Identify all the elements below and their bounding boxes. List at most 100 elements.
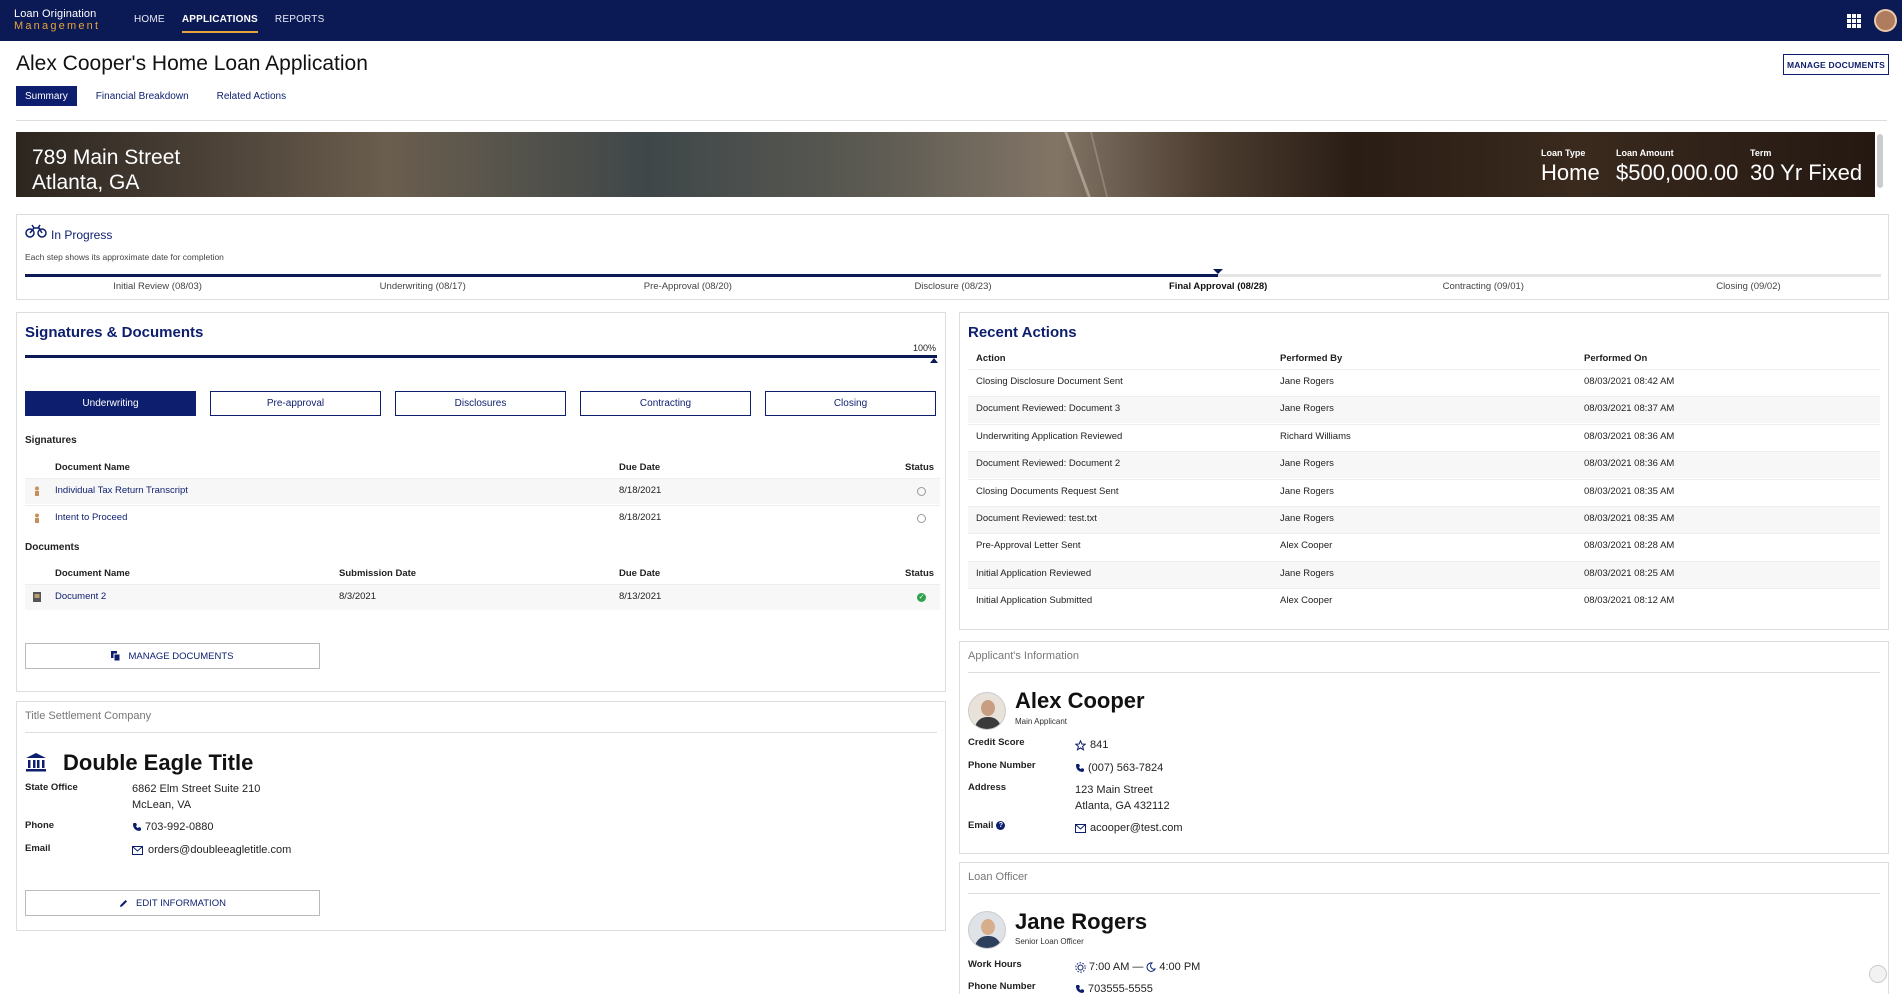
- loan-type-stat: Loan Type Home: [1541, 148, 1600, 186]
- signatures-table-header: Document Name Due Date Status: [25, 456, 940, 478]
- document-icon: [33, 592, 41, 602]
- email-value: orders@doubleeagletitle.com: [132, 842, 291, 858]
- logo-line-1: Loan Origination: [14, 8, 97, 20]
- cell-by: Jane Rogers: [1280, 458, 1334, 470]
- due-date: 8/18/2021: [619, 512, 662, 523]
- col-performed-on: Performed On: [1584, 353, 1648, 364]
- table-row[interactable]: Closing Disclosure Document Sent Jane Rog…: [968, 369, 1880, 396]
- top-navigation-bar: Loan Origination Management HOME APPLICA…: [0, 0, 1902, 41]
- recent-actions-header: Action Performed By Performed On: [968, 347, 1880, 369]
- motorcycle-icon: [25, 224, 47, 238]
- grid-icon[interactable]: [1847, 14, 1861, 28]
- scroll-to-top-icon[interactable]: [1869, 965, 1887, 983]
- app-logo[interactable]: Loan Origination Management: [14, 8, 100, 32]
- title-company-name: Double Eagle Title: [63, 750, 254, 775]
- stage-disclosures[interactable]: Disclosures: [395, 391, 566, 416]
- col-due-date: Due Date: [619, 568, 661, 579]
- progress-fill: [25, 274, 1219, 277]
- address-line-2: Atlanta, GA 432112: [1075, 800, 1170, 812]
- table-row[interactable]: Initial Application Reviewed Jane Rogers 0…: [968, 560, 1880, 588]
- state-office-value: 6862 Elm Street Suite 210 McLean, VA: [132, 781, 260, 813]
- sun-icon: [1075, 961, 1086, 973]
- help-icon[interactable]: ?: [996, 821, 1006, 830]
- cell-on: 08/03/2021 08:36 AM: [1584, 458, 1675, 470]
- phone-icon: [133, 823, 141, 831]
- edit-information-label: EDIT INFORMATION: [136, 897, 226, 909]
- table-row[interactable]: Pre-Approval Letter Sent Alex Cooper 08/03…: [968, 533, 1880, 560]
- loan-officer-avatar: [968, 911, 1006, 949]
- manage-documents-button[interactable]: MANAGE DOCUMENTS: [1783, 54, 1889, 75]
- tab-summary[interactable]: Summary: [16, 86, 77, 106]
- signature-person-icon: [35, 513, 39, 523]
- documents-table-header: Document Name Submission Date Due Date S…: [25, 562, 940, 584]
- applicant-card: Applicant's Information Alex Cooper Main…: [959, 641, 1889, 854]
- banner-scrollbar[interactable]: [1877, 134, 1883, 188]
- table-row[interactable]: Document Reviewed: test.txt Jane Rogers 08…: [968, 506, 1880, 533]
- cell-on: 08/03/2021 08:35 AM: [1584, 485, 1675, 497]
- credit-score-label: Credit Score: [968, 737, 1025, 748]
- loan-officer-card: Loan Officer Jane Rogers Senior Loan Off…: [959, 862, 1889, 994]
- document-link[interactable]: Document 2: [55, 591, 106, 602]
- cell-on: 08/03/2021 08:37 AM: [1584, 403, 1675, 415]
- table-row[interactable]: Document Reviewed: Document 2 Jane Rogers…: [968, 451, 1880, 479]
- stage-tabs: Underwriting Pre-approval Disclosures Co…: [25, 391, 936, 416]
- user-avatar[interactable]: [1874, 9, 1897, 32]
- divider: [968, 893, 1880, 894]
- nav-applications[interactable]: APPLICATIONS: [181, 14, 258, 33]
- phone-icon: [1076, 985, 1084, 993]
- progress-status: In Progress: [51, 228, 113, 242]
- step-disclosure: Disclosure (08/23): [914, 281, 992, 292]
- address-label: Address: [968, 782, 1007, 793]
- signatures-heading: Signatures: [25, 435, 77, 446]
- loan-amount-stat: Loan Amount $500,000.00: [1616, 148, 1738, 186]
- table-row[interactable]: Closing Documents Request Sent Jane Roger…: [968, 478, 1880, 506]
- loan-officer-role: Senior Loan Officer: [1015, 937, 1084, 946]
- phone-value: 703555-5555: [1075, 981, 1153, 994]
- table-row[interactable]: Initial Application Submitted Alex Cooper…: [968, 588, 1880, 615]
- cell-by: Alex Cooper: [1280, 595, 1333, 607]
- stage-pre-approval[interactable]: Pre-approval: [210, 391, 381, 416]
- manage-documents-button[interactable]: MANAGE DOCUMENTS: [25, 643, 320, 669]
- phone-label: Phone: [25, 820, 55, 831]
- email-label: Email: [25, 843, 51, 854]
- documents-icon: [111, 651, 121, 661]
- phone-value: (007) 563-7824: [1075, 760, 1163, 776]
- phone-label: Phone Number: [968, 760, 1036, 771]
- term-stat: Term 30 Yr Fixed: [1750, 148, 1862, 186]
- table-row[interactable]: Intent to Proceed 8/18/2021: [25, 505, 940, 531]
- main-nav: HOME APPLICATIONS REPORTS: [134, 14, 324, 33]
- edit-information-button[interactable]: EDIT INFORMATION: [25, 890, 320, 916]
- email-label-group: Email ?: [968, 820, 1006, 831]
- nav-home[interactable]: HOME: [134, 14, 165, 33]
- table-row[interactable]: Document 2 8/3/2021 8/13/2021 ✓: [25, 584, 940, 610]
- cell-action: Initial Application Reviewed: [976, 567, 1092, 579]
- document-link[interactable]: Individual Tax Return Transcript: [55, 485, 188, 496]
- cell-action: Pre-Approval Letter Sent: [976, 540, 1081, 552]
- stage-underwriting[interactable]: Underwriting: [25, 391, 196, 416]
- envelope-icon: [1075, 823, 1086, 833]
- table-row[interactable]: Document Reviewed: Document 3 Jane Rogers…: [968, 396, 1880, 424]
- table-row[interactable]: Underwriting Application Reviewed Richard…: [968, 423, 1880, 451]
- cell-on: 08/03/2021 08:25 AM: [1584, 567, 1675, 579]
- stage-closing[interactable]: Closing: [765, 391, 936, 416]
- nav-reports[interactable]: REPORTS: [275, 14, 325, 33]
- property-address: 789 Main Street Atlanta, GA: [32, 145, 180, 195]
- table-row[interactable]: Individual Tax Return Transcript 8/18/20…: [25, 478, 940, 504]
- tab-related-actions[interactable]: Related Actions: [208, 86, 296, 106]
- state-office-label: State Office: [25, 782, 78, 793]
- cell-on: 08/03/2021 08:12 AM: [1584, 595, 1675, 607]
- email-address: orders@doubleeagletitle.com: [148, 844, 292, 856]
- document-link[interactable]: Intent to Proceed: [55, 512, 127, 523]
- tab-financial-breakdown[interactable]: Financial Breakdown: [87, 86, 198, 106]
- recent-actions-card: Recent Actions Action Performed By Perfo…: [959, 312, 1889, 630]
- completion-percent: 100%: [913, 343, 937, 353]
- term-label: Term: [1750, 148, 1772, 158]
- cell-action: Underwriting Application Reviewed: [976, 430, 1123, 442]
- cell-on: 08/03/2021 08:36 AM: [1584, 430, 1675, 442]
- applicant-role: Main Applicant: [1015, 717, 1068, 726]
- office-line-2: McLean, VA: [132, 799, 192, 811]
- col-document-name: Document Name: [55, 568, 130, 579]
- progress-track: [25, 269, 1881, 277]
- stage-contracting[interactable]: Contracting: [580, 391, 751, 416]
- cell-by: Jane Rogers: [1280, 485, 1334, 497]
